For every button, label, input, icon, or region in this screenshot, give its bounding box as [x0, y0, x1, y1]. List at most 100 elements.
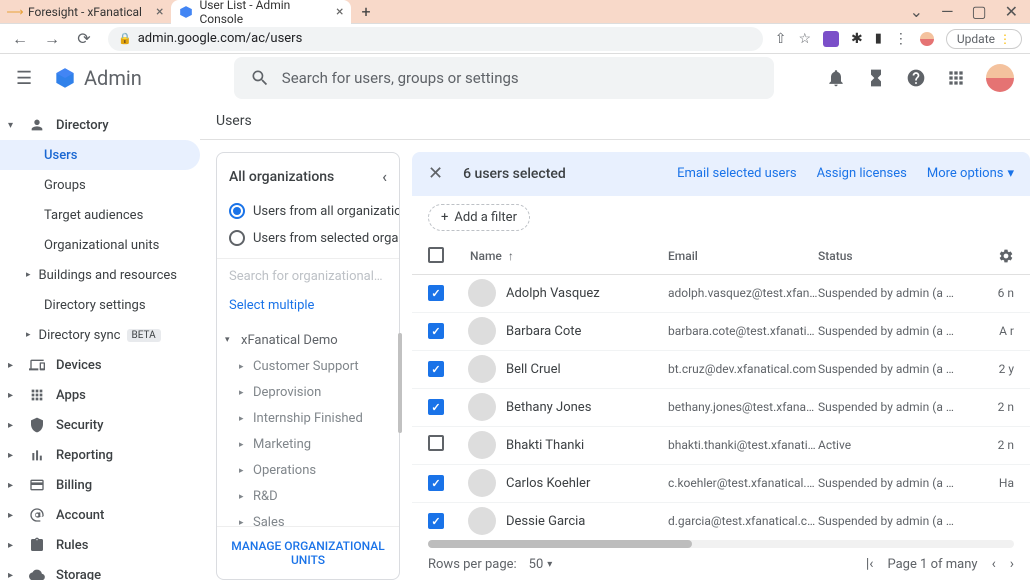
new-tab-button[interactable]: + [351, 2, 380, 21]
org-search-input[interactable]: Search for organizational… [217, 258, 399, 294]
close-icon[interactable]: × [336, 4, 343, 20]
horizontal-scrollbar[interactable] [428, 540, 1014, 548]
maximize-icon[interactable]: ▢ [971, 2, 986, 21]
browser-tab-strip: ⟶ Foresight - xFanatical × User List - A… [0, 0, 1030, 24]
sidebar-item-directory-settings[interactable]: Directory settings [0, 290, 200, 320]
table-row[interactable]: Bethany Jonesbethany.jones@test.xfanati…… [412, 389, 1030, 427]
org-unit[interactable]: ▸Customer Support [217, 354, 399, 380]
table-row[interactable]: Adolph Vasquezadolph.vasquez@test.xfana…… [412, 275, 1030, 313]
sidebar-item-directory-sync[interactable]: ▸Directory syncBETA [0, 320, 200, 350]
share-icon[interactable]: ⇧ [775, 31, 787, 47]
add-filter-button[interactable]: + Add a filter [428, 204, 530, 231]
star-icon[interactable]: ☆ [798, 31, 811, 47]
chevron-down-icon[interactable]: ⌄ [910, 2, 923, 21]
sidebar-label: Directory settings [44, 298, 146, 313]
chevron-right-icon: ▸ [239, 518, 253, 526]
row-checkbox[interactable] [428, 285, 444, 301]
sidebar-section-devices[interactable]: ▸Devices [0, 350, 200, 380]
apps-grid-icon[interactable] [946, 68, 966, 88]
row-checkbox[interactable] [428, 323, 444, 339]
user-avatar[interactable] [986, 64, 1014, 92]
rows-per-page-value[interactable]: 50 [529, 557, 544, 572]
close-icon[interactable]: × [156, 4, 163, 20]
close-selection-icon[interactable]: ✕ [428, 163, 443, 184]
sidebar-item-groups[interactable]: Groups [0, 170, 200, 200]
org-unit[interactable]: ▸R&D [217, 484, 399, 510]
url-input[interactable]: 🔒 admin.google.com/ac/users [108, 27, 763, 51]
sidebar-section-apps[interactable]: ▸Apps [0, 380, 200, 410]
org-unit[interactable]: ▸Deprovision [217, 380, 399, 406]
select-all-checkbox[interactable] [428, 247, 444, 263]
radio-all-orgs[interactable]: Users from all organizational [217, 198, 399, 225]
sidebar-section-account[interactable]: ▸Account [0, 500, 200, 530]
manage-org-units-link[interactable]: MANAGE ORGANIZATIONAL UNITS [217, 526, 399, 579]
user-status: Suspended by admin (a min… [818, 324, 958, 338]
browser-tab[interactable]: ⟶ Foresight - xFanatical × [0, 0, 171, 24]
row-checkbox[interactable] [428, 435, 444, 451]
gear-icon[interactable] [998, 248, 1014, 264]
table-row[interactable]: Carlos Koehlerc.koehler@test.xfanatical.… [412, 465, 1030, 503]
prev-page-button[interactable]: ‹ [992, 556, 996, 572]
browser-tab-active[interactable]: User List - Admin Console × [171, 0, 351, 24]
radio-selected-orgs[interactable]: Users from selected organiza [217, 225, 399, 252]
bookmark-icon[interactable]: ▮ [875, 31, 882, 46]
user-status: Suspended by admin (a min… [818, 476, 958, 490]
email-selected-link[interactable]: Email selected users [677, 166, 796, 181]
sidebar-section-security[interactable]: ▸Security [0, 410, 200, 440]
select-multiple-link[interactable]: Select multiple [217, 294, 399, 323]
avatar [468, 507, 496, 535]
row-checkbox[interactable] [428, 513, 444, 529]
sidebar-section-billing[interactable]: ▸Billing [0, 470, 200, 500]
update-button[interactable]: Update ⋮ [946, 29, 1022, 49]
scrollbar[interactable] [398, 333, 402, 433]
reload-button[interactable]: ⟳ [72, 27, 96, 51]
col-name-label[interactable]: Name [470, 249, 502, 263]
back-button[interactable]: ← [8, 27, 32, 51]
forward-button[interactable]: → [40, 27, 64, 51]
next-page-button[interactable]: › [1010, 556, 1014, 572]
sort-asc-icon[interactable]: ↑ [508, 249, 514, 263]
search-input[interactable]: Search for users, groups or settings [234, 57, 774, 99]
table-row[interactable]: Dessie Garciad.garcia@test.xfanatical.co… [412, 503, 1030, 538]
puzzle-icon[interactable]: ✱ [851, 31, 863, 47]
sidebar-item-organizational-units[interactable]: Organizational units [0, 230, 200, 260]
org-unit[interactable]: ▸Sales [217, 510, 399, 526]
extension-icon[interactable] [823, 31, 839, 47]
sidebar-label: Billing [56, 478, 92, 493]
menu-icon[interactable]: ⋮ [894, 31, 908, 47]
sidebar-section-directory[interactable]: ▾ Directory [0, 110, 200, 140]
row-checkbox[interactable] [428, 475, 444, 491]
bell-icon[interactable] [826, 68, 846, 88]
table-row[interactable]: Bell Cruelbt.cruz@dev.xfanatical.comSusp… [412, 351, 1030, 389]
hamburger-icon[interactable]: ☰ [16, 68, 40, 89]
sidebar-item-users[interactable]: Users [0, 140, 200, 170]
org-unit[interactable]: ▸Internship Finished [217, 406, 399, 432]
row-checkbox[interactable] [428, 399, 444, 415]
org-root[interactable]: ▾ xFanatical Demo [217, 327, 399, 354]
profile-icon[interactable] [920, 32, 934, 46]
close-window-icon[interactable]: ✕ [1005, 2, 1018, 21]
table-row[interactable]: Barbara Cotebarbara.cote@test.xfanatic…S… [412, 313, 1030, 351]
table-row[interactable]: Bhakti Thankibhakti.thanki@test.xfanatic… [412, 427, 1030, 465]
org-unit[interactable]: ▸Marketing [217, 432, 399, 458]
sidebar-section-reporting[interactable]: ▸Reporting [0, 440, 200, 470]
help-icon[interactable] [906, 68, 926, 88]
sidebar-section-storage[interactable]: ▸Storage [0, 560, 200, 580]
collapse-icon[interactable]: ▾ [225, 335, 235, 345]
sidebar-item-buildings-and-resources[interactable]: ▸Buildings and resources [0, 260, 200, 290]
more-options-menu[interactable]: More options ▾ [927, 166, 1014, 181]
first-page-button[interactable]: |‹ [866, 556, 874, 572]
col-status-label[interactable]: Status [818, 249, 853, 263]
admin-logo[interactable]: Admin [52, 65, 142, 91]
chevron-down-icon[interactable]: ▾ [547, 559, 552, 570]
sidebar-section-rules[interactable]: ▸Rules [0, 530, 200, 560]
chevron-left-icon[interactable]: ‹ [382, 167, 387, 186]
sidebar-item-target-audiences[interactable]: Target audiences [0, 200, 200, 230]
assign-licenses-link[interactable]: Assign licenses [817, 166, 907, 181]
org-unit[interactable]: ▸Operations [217, 458, 399, 484]
col-email-label[interactable]: Email [668, 249, 698, 263]
minimize-icon[interactable]: — [941, 2, 954, 21]
hourglass-icon[interactable] [866, 68, 886, 88]
row-checkbox[interactable] [428, 361, 444, 377]
favicon-icon: ⟶ [8, 5, 22, 19]
